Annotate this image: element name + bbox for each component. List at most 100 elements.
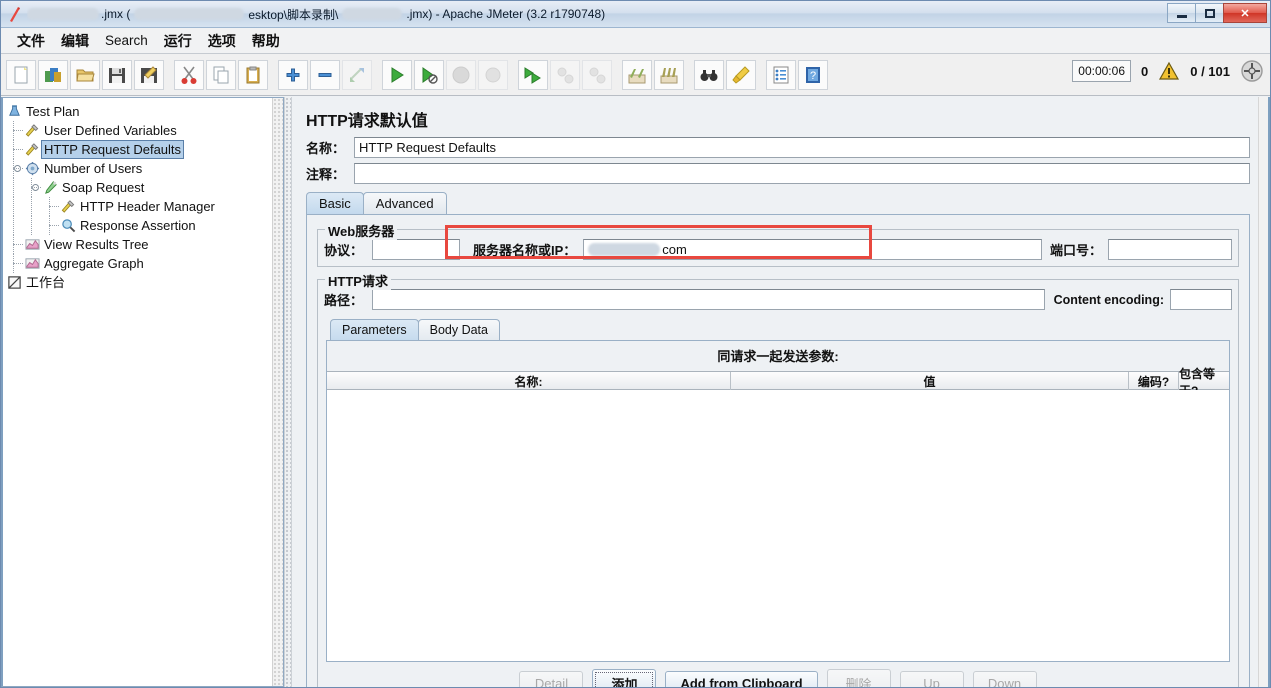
tree-node-user-defined-variables[interactable]: User Defined Variables [3, 121, 283, 140]
remote-start-all-button[interactable] [518, 59, 548, 90]
tree-node-label: Response Assertion [80, 218, 196, 233]
comment-input[interactable] [354, 163, 1250, 184]
tree-node-label: HTTP Request Defaults [41, 140, 185, 159]
http-request-group-title: HTTP请求 [325, 271, 391, 290]
toggle-button[interactable] [342, 59, 372, 90]
tab-advanced[interactable]: Advanced [362, 192, 447, 214]
down-button[interactable]: Down [972, 671, 1037, 687]
window-title: .jmx (esktop\脚本录制\ .jmx) - Apache JMeter … [27, 1, 1140, 27]
basic-tab-panel: Web服务器 协议： 服务器名称或IP： com 端口号： HTTP请求 路径：… [306, 214, 1250, 687]
menu-run[interactable]: 运行 [156, 29, 200, 53]
start-no-pauses-button[interactable] [414, 59, 444, 90]
add-from-clipboard-button[interactable]: Add from Clipboard [665, 671, 818, 687]
protocol-label: 协议： [324, 243, 364, 258]
web-server-group-title: Web服务器 [325, 221, 398, 240]
svg-text:?: ? [810, 70, 816, 82]
collapse-all-button[interactable] [310, 59, 340, 90]
clear-all-button[interactable] [654, 59, 684, 90]
menu-search[interactable]: Search [97, 31, 156, 50]
tab-body-data[interactable]: Body Data [417, 319, 500, 340]
minimize-button[interactable] [1167, 3, 1196, 23]
open-button[interactable] [70, 59, 100, 90]
save-button[interactable] [102, 59, 132, 90]
window-title-part3: .jmx) - Apache JMeter (3.2 r1790748) [406, 7, 606, 21]
help-book-icon-button[interactable]: ? [798, 59, 828, 90]
menu-bar: 文件 编辑 Search 运行 选项 帮助 [1, 28, 1270, 54]
menu-file[interactable]: 文件 [9, 29, 53, 53]
tree-node-label: Aggregate Graph [44, 256, 144, 271]
tree-node-response-assertion[interactable]: Response Assertion [3, 216, 283, 235]
tree-node-view-results-tree[interactable]: View Results Tree [3, 235, 283, 254]
close-button[interactable]: ✕ [1223, 3, 1267, 23]
parameters-table-header: 名称: 值 编码? 包含等于? [327, 367, 1229, 398]
name-input[interactable]: HTTP Request Defaults [354, 137, 1250, 158]
remote-stop-all-button[interactable] [550, 59, 580, 90]
main-scrollbar[interactable] [1258, 97, 1268, 687]
clipboard-icon-button[interactable] [238, 59, 268, 90]
column-include-equals[interactable]: 包含等于? [1179, 367, 1229, 398]
tree-node-number-of-users[interactable]: Number of Users [3, 159, 283, 178]
warning-triangle-icon[interactable] [1158, 61, 1180, 81]
detail-button[interactable]: Detail [519, 671, 584, 687]
tree-node-http-request-defaults[interactable]: HTTP Request Defaults [3, 140, 283, 159]
column-name[interactable]: 名称: [327, 372, 731, 391]
listener-icon [23, 236, 41, 253]
split-divider[interactable] [284, 97, 292, 687]
new-button[interactable] [6, 59, 36, 90]
web-server-group: Web服务器 协议： 服务器名称或IP： com 端口号： [317, 221, 1239, 267]
tab-parameters[interactable]: Parameters [330, 319, 419, 340]
http-request-group: HTTP请求 路径： Content encoding: Parameters … [317, 271, 1239, 687]
thread-group-icon [23, 160, 41, 177]
save-as-button[interactable] [134, 59, 164, 90]
tree-node-aggregate-graph[interactable]: Aggregate Graph [3, 254, 283, 273]
broom-icon-button[interactable] [726, 59, 756, 90]
sampler-icon [41, 179, 59, 196]
elapsed-timer: 00:00:06 [1072, 60, 1131, 82]
tab-basic[interactable]: Basic [306, 192, 364, 214]
remote-shutdown-all-button[interactable] [582, 59, 612, 90]
start-button[interactable] [382, 59, 412, 90]
parameters-table-caption: 同请求一起发送参数: [327, 341, 1229, 371]
binoculars-icon-button[interactable] [694, 59, 724, 90]
menu-help[interactable]: 帮助 [244, 29, 288, 53]
parameters-tab-strip: Parameters Body Data [330, 319, 1232, 340]
tree-scrollbar[interactable] [272, 98, 283, 686]
port-input[interactable] [1108, 239, 1232, 260]
maximize-button[interactable] [1195, 3, 1224, 23]
parameters-table-panel: 同请求一起发送参数: 名称: 值 编码? 包含等于? [326, 340, 1230, 662]
tree-node-label: Number of Users [44, 161, 143, 176]
jmeter-window: .jmx (esktop\脚本录制\ .jmx) - Apache JMeter … [0, 0, 1271, 688]
menu-edit[interactable]: 编辑 [53, 29, 97, 53]
tree-node-soap-request[interactable]: Soap Request [3, 178, 283, 197]
templates-button[interactable] [38, 59, 68, 90]
shutdown-button[interactable] [478, 59, 508, 90]
clear-button[interactable] [622, 59, 652, 90]
function-helper-button[interactable] [766, 59, 796, 90]
parameters-table-body[interactable] [327, 390, 1229, 661]
delete-button[interactable]: 删除 [826, 669, 891, 687]
column-encode[interactable]: 编码? [1129, 372, 1179, 391]
expand-all-button[interactable] [278, 59, 308, 90]
server-name-suffix: com [662, 242, 687, 257]
cut-button[interactable] [174, 59, 204, 90]
window-title-part2: esktop\脚本录制\ [248, 7, 339, 22]
server-name-label: 服务器名称或IP： [473, 243, 577, 258]
tree-node-http-header-manager[interactable]: HTTP Header Manager [3, 197, 283, 216]
copy-button[interactable] [206, 59, 236, 90]
server-name-input[interactable]: com [583, 239, 1042, 260]
protocol-input[interactable] [372, 239, 460, 260]
up-button[interactable]: Up [899, 671, 964, 687]
path-input[interactable] [372, 289, 1045, 310]
name-label: 名称： [306, 141, 346, 156]
stop-button[interactable] [446, 59, 476, 90]
content-encoding-input[interactable] [1170, 289, 1232, 310]
tree-node-test-plan[interactable]: Test Plan [3, 102, 283, 121]
column-value[interactable]: 值 [731, 372, 1129, 391]
listener-icon [23, 255, 41, 272]
tree-node-workbench[interactable]: 工作台 [3, 273, 283, 292]
element-editor-panel: HTTP请求默认值 名称： HTTP Request Defaults 注释： … [292, 97, 1270, 687]
add-button[interactable]: 添加 [592, 669, 657, 687]
comment-label: 注释： [306, 167, 346, 182]
menu-options[interactable]: 选项 [200, 29, 244, 53]
active-threads-count: 0 / 101 [1190, 63, 1230, 79]
